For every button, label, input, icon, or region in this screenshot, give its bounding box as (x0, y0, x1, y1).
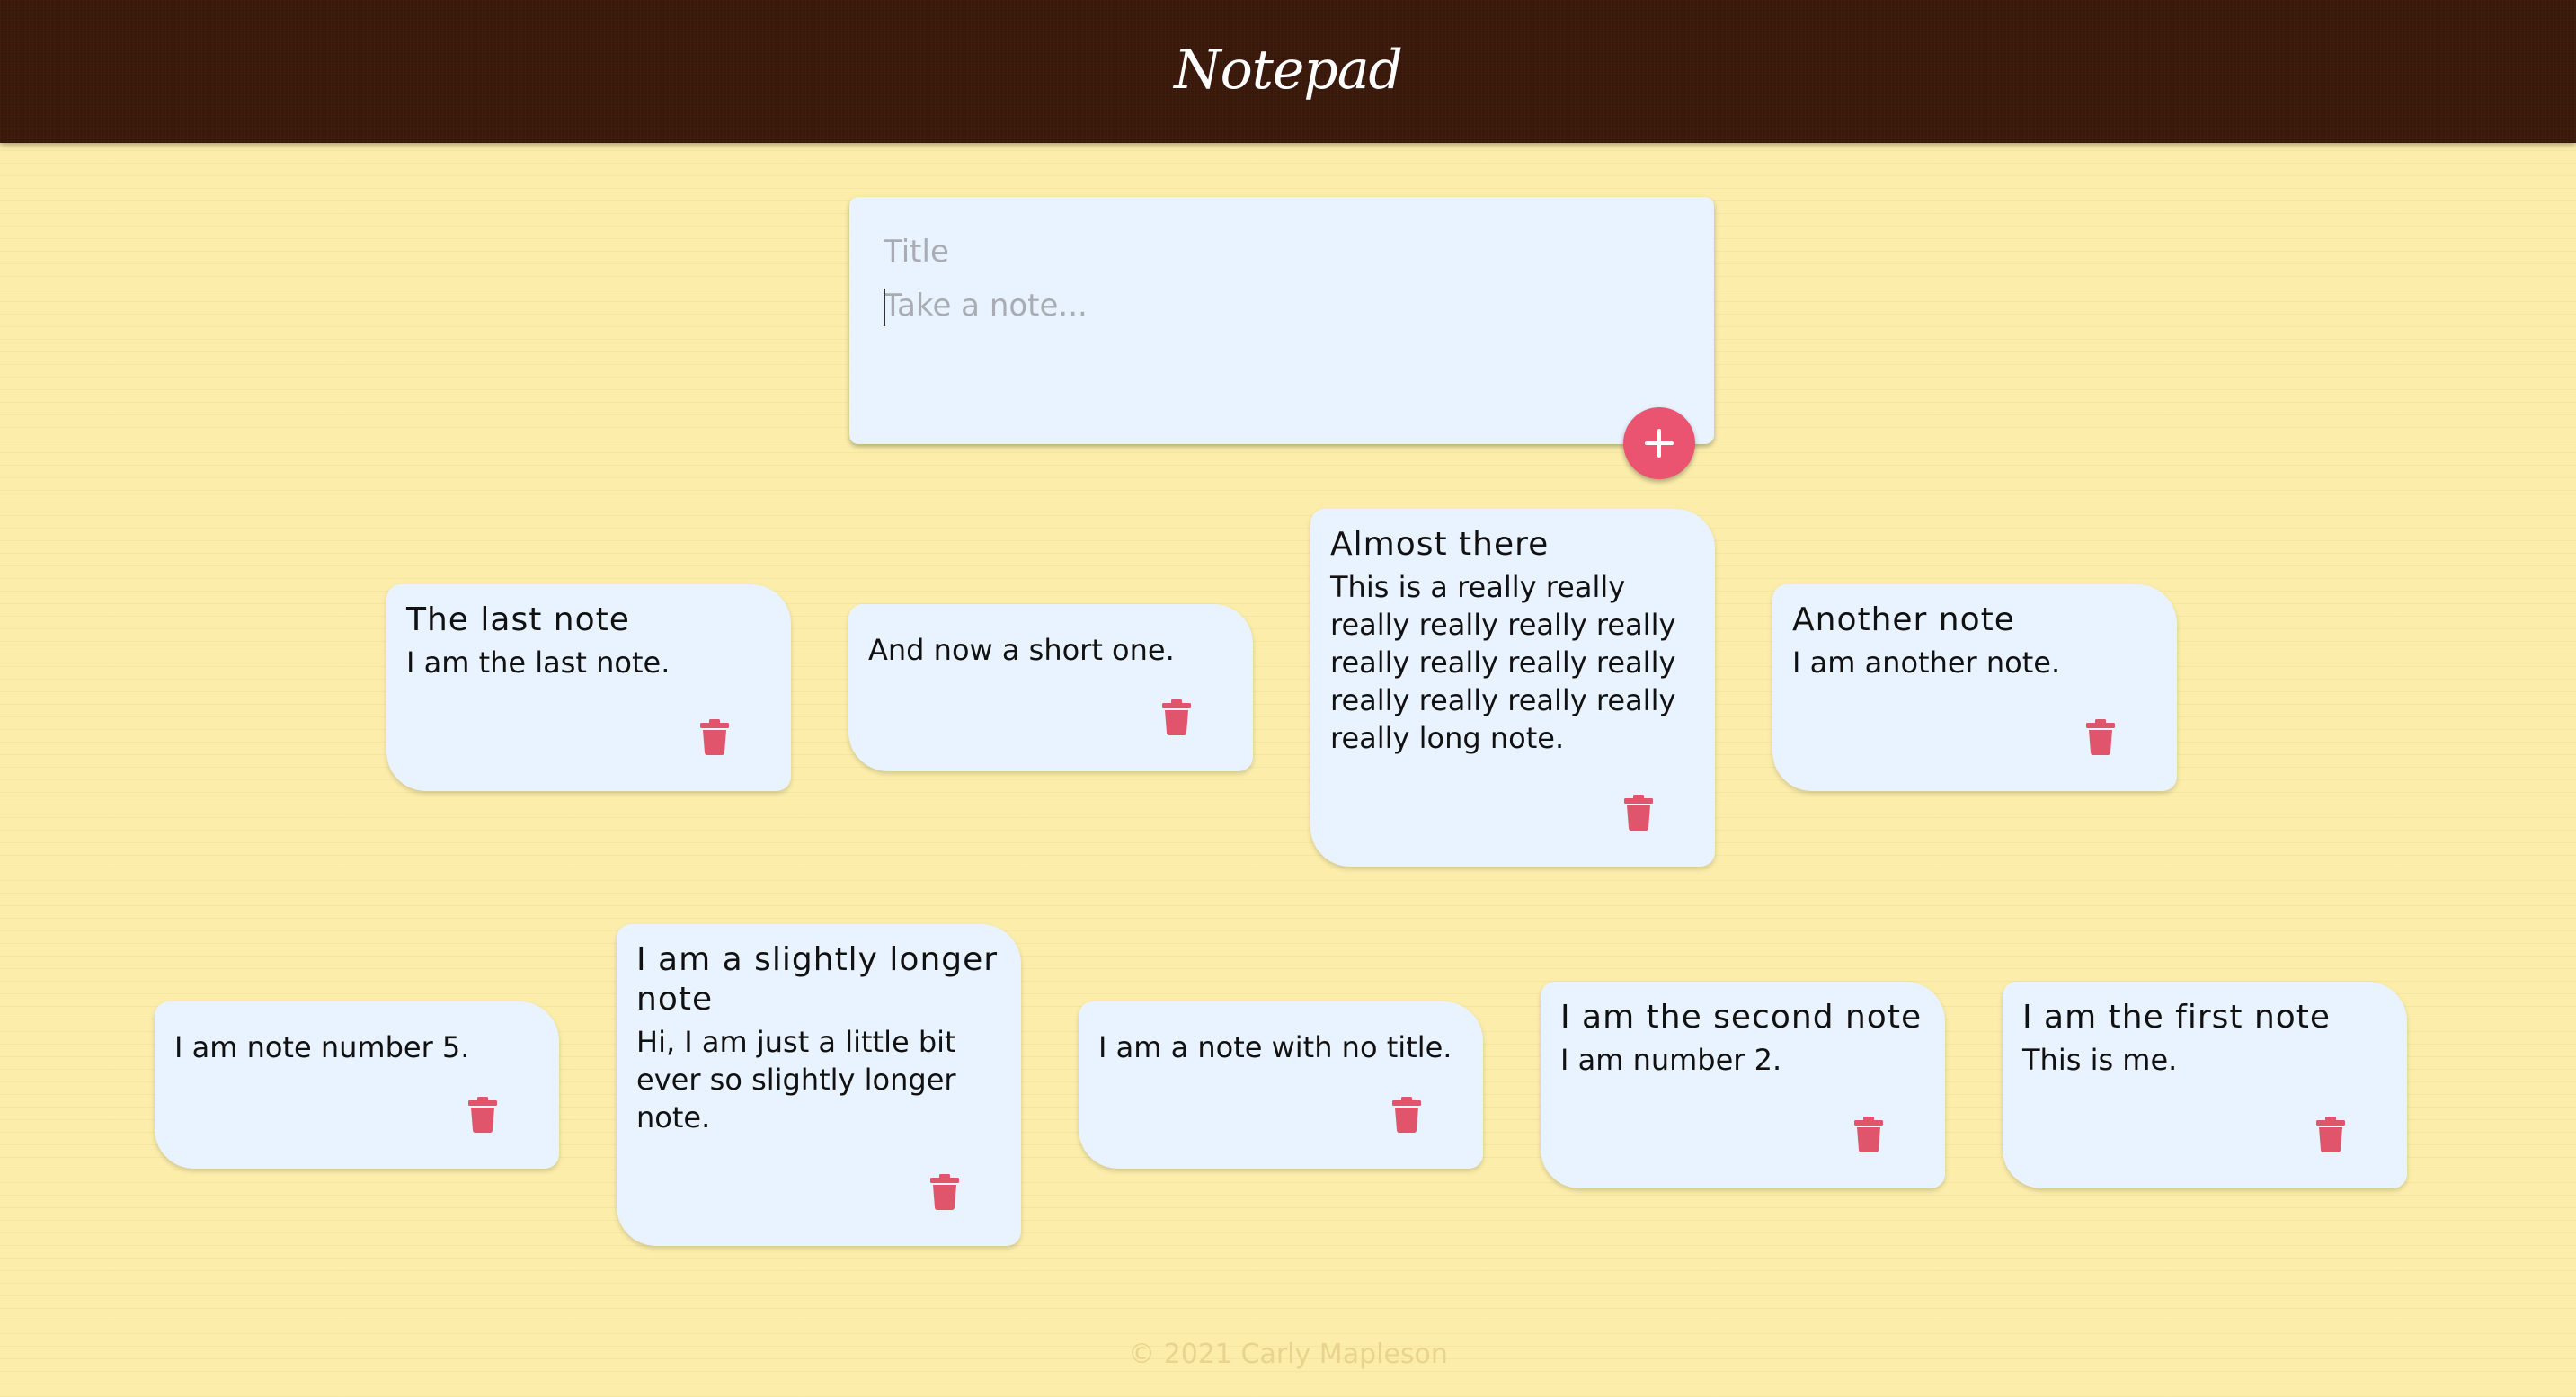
note-card: I am note number 5. (155, 1001, 559, 1169)
note-content: I am the last note. (406, 645, 671, 680)
note-content: Hi, I am just a little bit ever so sligh… (636, 1025, 956, 1135)
note-card: Almost there This is a really really rea… (1310, 509, 1715, 867)
note-content: And now a short one. (868, 633, 1175, 667)
note-card: I am a slightly longer note Hi, I am jus… (617, 924, 1021, 1246)
delete-note-button[interactable] (2085, 719, 2116, 755)
delete-note-button[interactable] (1161, 699, 1192, 735)
text-cursor (884, 289, 885, 326)
delete-note-button[interactable] (1391, 1097, 1422, 1133)
note-title: I am the first note (2022, 999, 2332, 1036)
note-composer (849, 197, 1714, 444)
note-title: The last note (406, 601, 630, 638)
delete-note-button[interactable] (467, 1097, 498, 1133)
note-card: The last note I am the last note. (386, 584, 791, 791)
delete-note-button[interactable] (699, 719, 730, 755)
note-content: This is a really really really really re… (1330, 570, 1676, 755)
note-title: I am a slightly longer note (636, 941, 999, 1018)
delete-note-button[interactable] (1853, 1117, 1884, 1152)
note-title-input[interactable] (884, 229, 1674, 274)
note-card: And now a short one. (848, 604, 1253, 771)
note-title: Almost there (1330, 526, 1550, 563)
trash-icon (1624, 795, 1653, 831)
footer-copyright: © 2021 Carly Mapleson (1128, 1339, 1448, 1370)
trash-icon (1162, 699, 1191, 735)
note-card: Another note I am another note. (1772, 584, 2177, 791)
note-card: I am the first note This is me. (2003, 982, 2407, 1188)
trash-icon (2316, 1117, 2345, 1152)
app-title: Notepad (1174, 39, 1403, 102)
note-title: Another note (1792, 601, 2015, 638)
trash-icon (1392, 1097, 1421, 1133)
delete-note-button[interactable] (1623, 795, 1654, 831)
trash-icon (930, 1174, 959, 1210)
note-content-input[interactable] (884, 283, 1674, 382)
note-content: I am another note. (1792, 645, 2061, 680)
note-content: This is me. (2022, 1043, 2178, 1077)
add-note-button[interactable] (1623, 407, 1695, 479)
note-content: I am note number 5. (174, 1030, 470, 1064)
note-card: I am the second note I am number 2. (1541, 982, 1945, 1188)
note-title: I am the second note (1560, 999, 1923, 1036)
note-content: I am a note with no title. (1098, 1030, 1452, 1064)
delete-note-button[interactable] (2315, 1117, 2346, 1152)
trash-icon (1854, 1117, 1883, 1152)
trash-icon (468, 1097, 497, 1133)
delete-note-button[interactable] (929, 1174, 960, 1210)
plus-icon (1645, 429, 1674, 458)
note-card: I am a note with no title. (1079, 1001, 1483, 1169)
trash-icon (700, 719, 729, 755)
trash-icon (2086, 719, 2115, 755)
app-header: Notepad (0, 0, 2576, 143)
note-content: I am number 2. (1560, 1043, 1782, 1077)
